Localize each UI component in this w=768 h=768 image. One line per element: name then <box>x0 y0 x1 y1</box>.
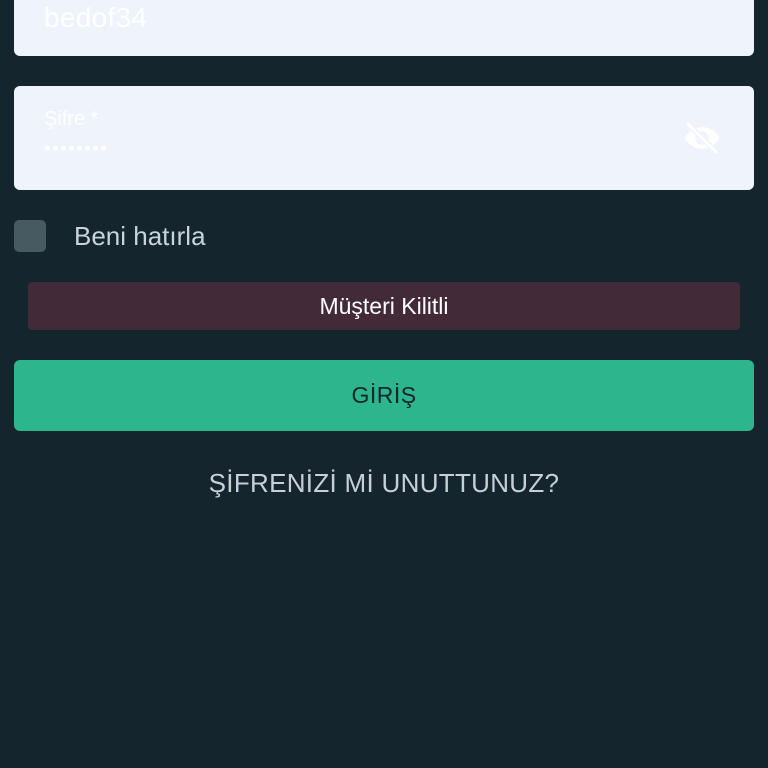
account-locked-alert: Müşteri Kilitli <box>28 282 740 330</box>
password-visibility-toggle[interactable] <box>680 116 724 160</box>
forgot-password-link[interactable]: ŞİFRENİZİ Mİ UNUTTUNUZ? <box>0 468 768 499</box>
password-label: Şifre * <box>44 108 99 130</box>
login-page: bedof34 Şifre * •••••••• Beni hatırla Mü… <box>0 0 768 768</box>
remember-me-label: Beni hatırla <box>74 220 206 251</box>
username-value: bedof34 <box>44 2 148 33</box>
login-button[interactable]: GİRİŞ <box>14 360 754 431</box>
password-value: •••••••• <box>44 138 109 160</box>
remember-me-checkbox[interactable] <box>14 220 46 252</box>
password-field[interactable]: Şifre * •••••••• <box>14 86 754 190</box>
login-button-label: GİRİŞ <box>351 382 417 408</box>
username-field[interactable]: bedof34 <box>14 0 754 56</box>
remember-me[interactable]: Beni hatırla <box>14 220 206 252</box>
eye-off-icon <box>684 121 720 156</box>
alert-message: Müşteri Kilitli <box>319 292 449 319</box>
